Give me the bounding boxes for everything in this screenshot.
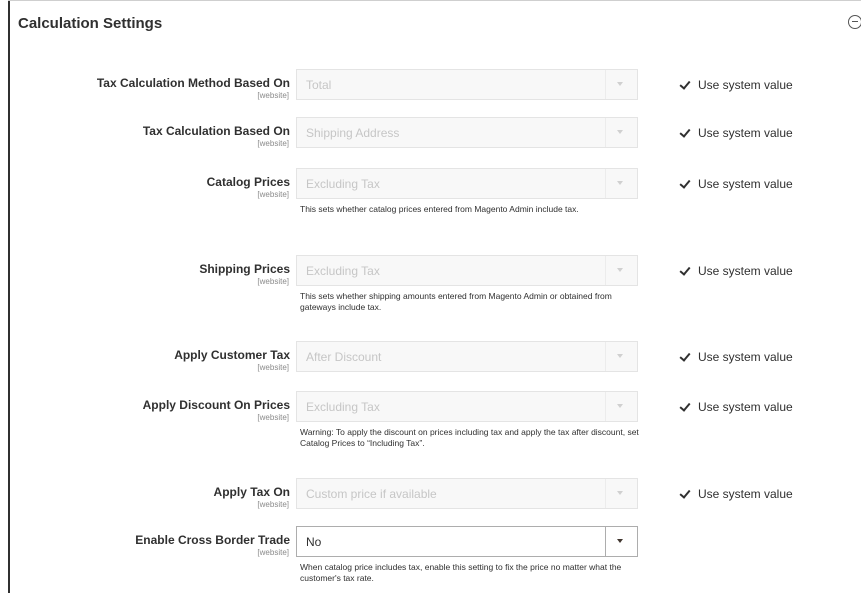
collapse-icon[interactable] (848, 15, 861, 29)
dropdown-arrow (605, 256, 637, 285)
field-label: Tax Calculation Method Based On (96, 76, 290, 90)
dropdown-arrow[interactable] (605, 527, 637, 556)
select-value: Excluding Tax (306, 400, 380, 414)
checkmark-icon[interactable] (679, 127, 691, 139)
select-value: Excluding Tax (306, 264, 380, 278)
panel-top-border (8, 0, 861, 1)
use-system-value-checkbox[interactable]: Use system value (679, 264, 793, 278)
dropdown-arrow (605, 392, 637, 421)
use-system-value-label: Use system value (698, 487, 793, 501)
use-system-value-checkbox[interactable]: Use system value (679, 350, 793, 364)
field-note: When catalog price includes tax, enable … (300, 562, 622, 583)
scope-label: [website] (257, 363, 289, 372)
checkmark-icon[interactable] (679, 178, 691, 190)
select-value: After Discount (306, 350, 382, 364)
scope-label: [website] (257, 139, 289, 148)
chevron-down-icon (617, 82, 623, 86)
field-label: Enable Cross Border Trade (135, 533, 290, 547)
use-system-value-label: Use system value (698, 350, 793, 364)
use-system-value-checkbox[interactable]: Use system value (679, 177, 793, 191)
enable-cross-border-trade-select[interactable]: No (296, 526, 638, 557)
checkmark-icon[interactable] (679, 351, 691, 363)
use-system-value-label: Use system value (698, 264, 793, 278)
field-label: Apply Discount On Prices (142, 398, 290, 412)
scope-label: [website] (257, 277, 289, 286)
panel-left-border (8, 0, 10, 593)
field-label: Tax Calculation Based On (142, 124, 290, 138)
use-system-value-checkbox[interactable]: Use system value (679, 78, 793, 92)
dropdown-arrow (605, 342, 637, 371)
chevron-down-icon (617, 404, 623, 408)
dropdown-arrow (605, 169, 637, 198)
tax-calculation-based-on-select[interactable]: Shipping Address (296, 117, 638, 148)
select-value: Custom price if available (306, 487, 437, 501)
scope-label: [website] (257, 91, 289, 100)
scope-label: [website] (257, 548, 289, 557)
field-note: This sets whether shipping amounts enter… (300, 291, 612, 312)
chevron-down-icon (617, 268, 623, 272)
scope-label: [website] (257, 500, 289, 509)
apply-discount-on-prices-select[interactable]: Excluding Tax (296, 391, 638, 422)
select-value: No (306, 535, 322, 549)
apply-customer-tax-select[interactable]: After Discount (296, 341, 638, 372)
tax-calculation-method-select[interactable]: Total (296, 69, 638, 100)
checkmark-icon[interactable] (679, 401, 691, 413)
section-title[interactable]: Calculation Settings (18, 15, 162, 32)
checkmark-icon[interactable] (679, 488, 691, 500)
catalog-prices-select[interactable]: Excluding Tax (296, 168, 638, 199)
field-label: Shipping Prices (199, 262, 290, 276)
dropdown-arrow (605, 479, 637, 508)
chevron-down-icon (617, 354, 623, 358)
use-system-value-checkbox[interactable]: Use system value (679, 400, 793, 414)
use-system-value-checkbox[interactable]: Use system value (679, 126, 793, 140)
chevron-down-icon (617, 539, 623, 543)
dropdown-arrow (605, 118, 637, 147)
use-system-value-label: Use system value (698, 126, 793, 140)
chevron-down-icon (617, 181, 623, 185)
scope-label: [website] (257, 190, 289, 199)
chevron-down-icon (617, 491, 623, 495)
scope-label: [website] (257, 413, 289, 422)
use-system-value-label: Use system value (698, 400, 793, 414)
field-label: Apply Tax On (213, 485, 290, 499)
use-system-value-checkbox[interactable]: Use system value (679, 487, 793, 501)
field-note: This sets whether catalog prices entered… (300, 204, 579, 214)
select-value: Total (306, 78, 332, 92)
shipping-prices-select[interactable]: Excluding Tax (296, 255, 638, 286)
dropdown-arrow (605, 70, 637, 99)
apply-tax-on-select[interactable]: Custom price if available (296, 478, 638, 509)
select-value: Shipping Address (306, 126, 400, 140)
chevron-down-icon (617, 130, 623, 134)
use-system-value-label: Use system value (698, 78, 793, 92)
field-label: Apply Customer Tax (174, 348, 290, 362)
checkmark-icon[interactable] (679, 79, 691, 91)
use-system-value-label: Use system value (698, 177, 793, 191)
checkmark-icon[interactable] (679, 265, 691, 277)
field-label: Catalog Prices (206, 175, 290, 189)
field-note: Warning: To apply the discount on prices… (300, 427, 639, 448)
select-value: Excluding Tax (306, 177, 380, 191)
